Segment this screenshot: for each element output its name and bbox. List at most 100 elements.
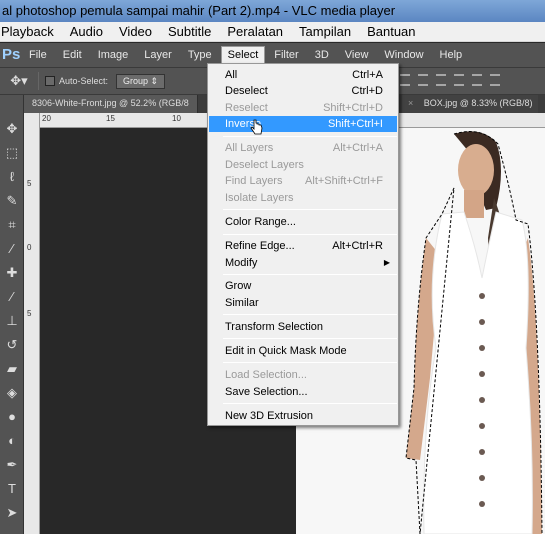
- vlc-menu-subtitle[interactable]: Subtitle: [160, 24, 219, 39]
- ps-menu-select[interactable]: Select: [220, 46, 266, 64]
- tab-white-front[interactable]: 8306-White-Front.jpg @ 52.2% (RGB/8: [24, 95, 198, 113]
- vlc-menu-video[interactable]: Video: [111, 24, 160, 39]
- menu-item-find-layers[interactable]: Find Layers Alt+Shift+Ctrl+F: [209, 173, 397, 189]
- menu-item-label: Deselect Layers: [225, 159, 304, 171]
- ps-menu-edit[interactable]: Edit: [56, 46, 89, 64]
- window-title: al photoshop pemula sampai mahir (Part 2…: [2, 3, 396, 18]
- menu-item-deselect-layers[interactable]: Deselect Layers: [209, 157, 397, 173]
- menu-item-inverse[interactable]: Inverse Shift+Ctrl+I: [209, 116, 397, 132]
- vlc-title-bar: al photoshop pemula sampai mahir (Part 2…: [0, 0, 545, 22]
- align-top-icon[interactable]: [400, 74, 410, 86]
- menu-divider: [223, 136, 397, 137]
- vlc-menu-bar: Playback Audio Video Subtitle Peralatan …: [0, 22, 545, 42]
- menu-item-label: New 3D Extrusion: [225, 410, 314, 422]
- divider: [38, 72, 39, 90]
- ps-menu-type[interactable]: Type: [181, 46, 219, 64]
- ps-menu-window[interactable]: Window: [377, 46, 430, 64]
- vlc-menu-playback[interactable]: Playback: [0, 24, 62, 39]
- blur-icon[interactable]: ●: [2, 407, 22, 427]
- ruler-tick-label: 0: [27, 243, 32, 252]
- menu-item-save-selection[interactable]: Save Selection...: [209, 384, 397, 400]
- mouse-cursor-icon: [250, 119, 263, 135]
- menu-item-label: Transform Selection: [225, 321, 324, 333]
- distribute-bottom-icon[interactable]: [490, 74, 500, 86]
- menu-item-new-3d-extrusion[interactable]: New 3D Extrusion: [209, 408, 397, 424]
- menu-item-label: Save Selection...: [225, 386, 308, 398]
- menu-item-grow[interactable]: Grow: [209, 278, 397, 294]
- menu-item-shortcut: Ctrl+D: [351, 85, 383, 97]
- pen-icon[interactable]: ✒: [2, 455, 22, 475]
- align-middle-icon[interactable]: [418, 74, 428, 86]
- menu-divider: [223, 274, 397, 275]
- menu-item-label: All Layers: [225, 142, 274, 154]
- menu-item-refine-edge[interactable]: Refine Edge... Alt+Ctrl+R: [209, 238, 397, 254]
- auto-select-dropdown[interactable]: Group ⇕: [116, 73, 166, 89]
- ps-menu-filter[interactable]: Filter: [267, 46, 305, 64]
- menu-item-shortcut: Alt+Ctrl+A: [332, 142, 383, 154]
- menu-item-deselect[interactable]: Deselect Ctrl+D: [209, 83, 397, 99]
- menu-item-label: Similar: [225, 297, 259, 309]
- menu-item-quick-mask[interactable]: Edit in Quick Mask Mode: [209, 343, 397, 359]
- menu-item-color-range[interactable]: Color Range...: [209, 214, 397, 230]
- quick-select-icon[interactable]: ✎: [2, 191, 22, 211]
- align-bottom-icon[interactable]: [436, 74, 446, 86]
- healing-brush-icon[interactable]: ✚: [2, 263, 22, 283]
- menu-item-all-layers[interactable]: All Layers Alt+Ctrl+A: [209, 140, 397, 156]
- menu-item-shortcut: Shift+Ctrl+D: [323, 102, 383, 114]
- eraser-icon[interactable]: ▰: [2, 359, 22, 379]
- auto-select-label: Auto-Select:: [59, 76, 109, 86]
- select-menu-dropdown: All Ctrl+A Deselect Ctrl+D Reselect Shif…: [207, 63, 399, 426]
- vlc-menu-peralatan[interactable]: Peralatan: [219, 24, 291, 39]
- menu-item-shortcut: Alt+Ctrl+R: [332, 240, 383, 252]
- eyedropper-icon[interactable]: ⁄: [2, 239, 22, 259]
- ruler-tick-label: 20: [42, 114, 51, 123]
- tab-box-label: BOX.jpg @ 8.33% (RGB/8): [423, 98, 533, 108]
- menu-item-transform-selection[interactable]: Transform Selection: [209, 319, 397, 335]
- path-select-icon[interactable]: ➤: [2, 503, 22, 523]
- ps-menu-image[interactable]: Image: [91, 46, 136, 64]
- vlc-menu-tampilan[interactable]: Tampilan: [291, 24, 359, 39]
- marquee-icon[interactable]: ⬚: [2, 143, 22, 163]
- menu-item-label: Edit in Quick Mask Mode: [225, 345, 347, 357]
- menu-item-label: Modify: [225, 257, 258, 269]
- menu-item-label: All: [225, 69, 238, 81]
- menu-item-load-selection[interactable]: Load Selection...: [209, 367, 397, 383]
- menu-item-modify[interactable]: Modify ▶: [209, 255, 397, 271]
- menu-divider: [223, 403, 397, 404]
- lasso-icon[interactable]: ℓ: [2, 167, 22, 187]
- menu-item-isolate-layers[interactable]: Isolate Layers: [209, 190, 397, 206]
- dodge-icon[interactable]: ◐: [2, 431, 22, 451]
- menu-item-reselect[interactable]: Reselect Shift+Ctrl+D: [209, 100, 397, 116]
- menu-item-all[interactable]: All Ctrl+A: [209, 67, 397, 83]
- distribute-top-icon[interactable]: [454, 74, 464, 86]
- move-icon[interactable]: ✥: [2, 119, 22, 139]
- paint-bucket-icon[interactable]: ◈: [2, 383, 22, 403]
- ps-menu-file[interactable]: File: [22, 46, 54, 64]
- type-icon[interactable]: T: [2, 479, 22, 499]
- ruler-tick-label: 5: [27, 179, 32, 188]
- tab-box[interactable]: × BOX.jpg @ 8.33% (RGB/8): [402, 95, 539, 113]
- ps-menu-layer[interactable]: Layer: [137, 46, 179, 64]
- menu-item-shortcut: Ctrl+A: [352, 69, 383, 81]
- auto-select-checkbox[interactable]: [45, 76, 55, 86]
- close-icon[interactable]: ×: [408, 98, 413, 108]
- move-tool-icon[interactable]: ✥▾: [6, 73, 32, 89]
- history-brush-icon[interactable]: ↺: [2, 335, 22, 355]
- ps-menu-3d[interactable]: 3D: [308, 46, 336, 64]
- menu-item-label: Find Layers: [225, 175, 283, 187]
- brush-icon[interactable]: ∕: [2, 287, 22, 307]
- ruler-tick-label: 5: [27, 309, 32, 318]
- menu-item-shortcut: Alt+Shift+Ctrl+F: [305, 175, 383, 187]
- tab-white-front-label: 8306-White-Front.jpg @ 52.2% (RGB/8: [32, 98, 189, 108]
- stamp-icon[interactable]: ⊥: [2, 311, 22, 331]
- ps-menu-view[interactable]: View: [338, 46, 376, 64]
- tools-panel: ✥ ⬚ ℓ ✎ ⌗ ⁄ ✚ ∕ ⊥ ↺ ▰ ◈ ● ◐ ✒ T ➤: [0, 95, 24, 534]
- menu-item-label: Refine Edge...: [225, 240, 295, 252]
- menu-item-similar[interactable]: Similar: [209, 295, 397, 311]
- distribute-center-icon[interactable]: [472, 74, 482, 86]
- vlc-menu-bantuan[interactable]: Bantuan: [359, 24, 423, 39]
- menu-item-label: Isolate Layers: [225, 192, 294, 204]
- crop-icon[interactable]: ⌗: [2, 215, 22, 235]
- vlc-menu-audio[interactable]: Audio: [62, 24, 111, 39]
- ps-menu-help[interactable]: Help: [433, 46, 470, 64]
